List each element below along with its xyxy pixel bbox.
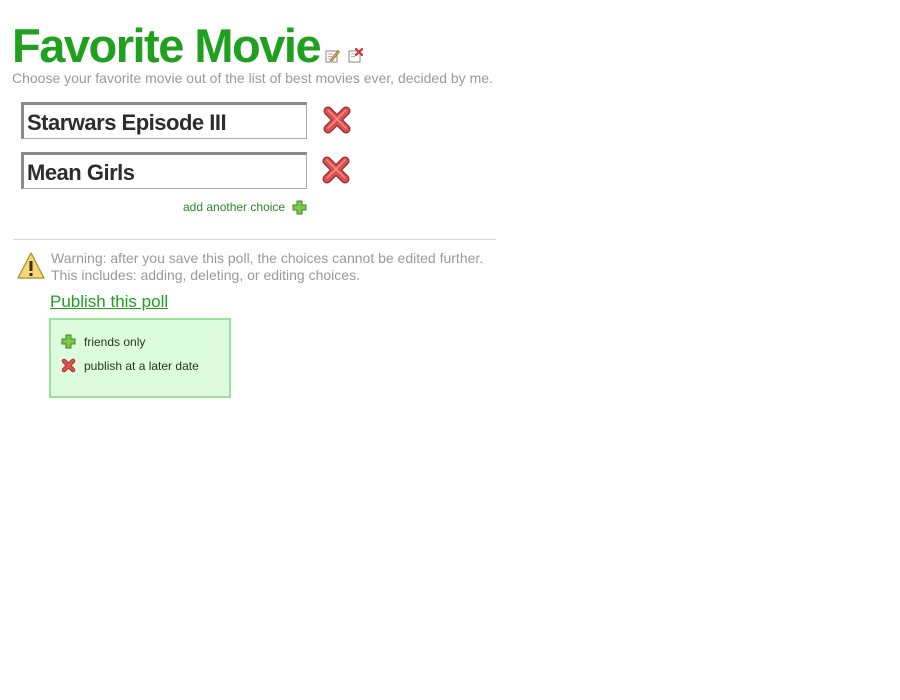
- publish-poll-link[interactable]: Publish this poll: [50, 292, 168, 312]
- delete-choice-1-icon[interactable]: [320, 103, 354, 137]
- edit-icon[interactable]: [325, 48, 340, 63]
- choice-field-2: [21, 152, 307, 189]
- delete-choice-2-icon[interactable]: [319, 153, 353, 187]
- delete-poll-icon[interactable]: [348, 48, 363, 63]
- choice-field-1: [21, 102, 307, 139]
- warning-triangle-icon: [17, 252, 45, 279]
- choice-input-2[interactable]: [27, 158, 306, 188]
- warning-line-2: This includes: adding, deleting, or edit…: [51, 267, 360, 283]
- warning-line-1: Warning: after you save this poll, the c…: [51, 250, 484, 266]
- option-friends-only[interactable]: friends only: [61, 334, 145, 349]
- option-publish-later[interactable]: publish at a later date: [61, 358, 199, 373]
- choice-input-1[interactable]: [27, 108, 306, 138]
- page-subtitle: Choose your favorite movie out of the li…: [12, 70, 493, 86]
- title-actions: [325, 48, 363, 63]
- option-label: publish at a later date: [84, 358, 199, 373]
- divider: [13, 239, 496, 240]
- green-plus-icon: [61, 334, 76, 349]
- add-choice-link[interactable]: add another choice: [183, 200, 285, 214]
- option-label: friends only: [84, 334, 146, 349]
- red-x-icon: [61, 358, 76, 373]
- warning-text: Warning: after you save this poll, the c…: [51, 250, 483, 284]
- publish-options-panel: friends only publish at a later date: [49, 318, 231, 398]
- green-plus-icon[interactable]: [292, 200, 307, 215]
- page-title: Favorite Movie: [12, 19, 322, 72]
